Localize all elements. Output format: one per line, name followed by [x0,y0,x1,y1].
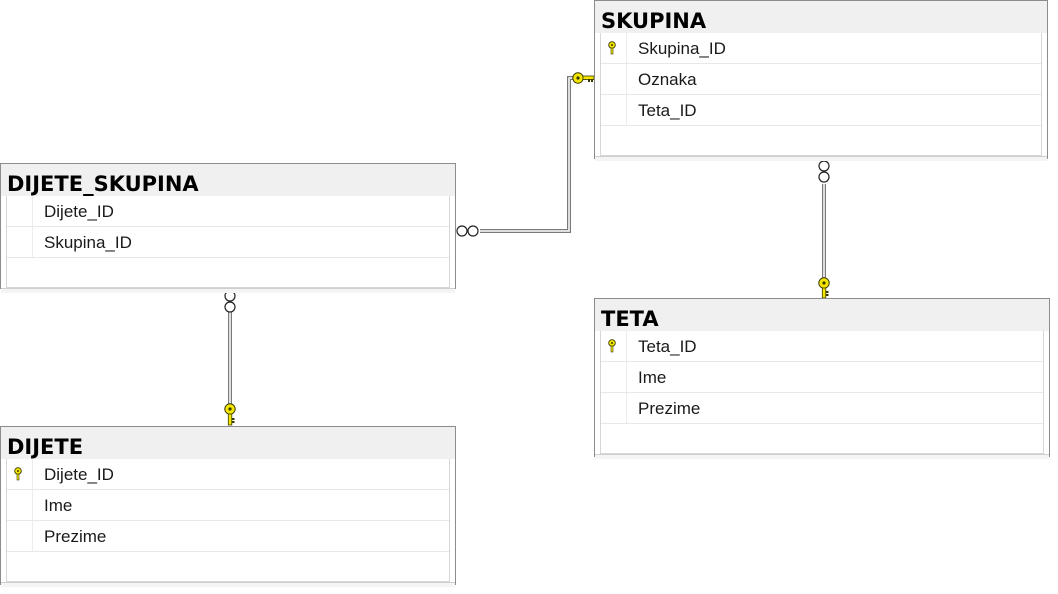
table-title[interactable]: TETA [595,299,1049,331]
table-bottom-bar [595,156,1047,161]
column-row[interactable]: Skupina_ID [601,33,1041,64]
column-name: Teta_ID [638,101,697,120]
column-name: Skupina_ID [638,39,726,58]
column-row[interactable]: Prezime [7,521,449,552]
column-grid: Dijete_ID Ime Prezime [6,459,450,582]
key-icon [608,339,616,353]
key-icon [608,41,616,55]
column-row[interactable]: Teta_ID [601,95,1041,126]
relationship-dijete-skupina-to-dijete[interactable] [224,290,236,426]
key-icon [14,467,22,481]
row-selector[interactable] [7,459,33,489]
row-selector[interactable] [7,227,33,257]
row-selector[interactable] [7,196,33,226]
diagram-canvas: SKUPINA Skupina_ID Oznaka Teta_ID DIJETE… [0,0,1058,594]
column-row[interactable]: Dijete_ID [7,196,449,227]
column-row[interactable]: Oznaka [601,64,1041,95]
column-row[interactable]: Prezime [601,393,1043,424]
new-column-row[interactable] [7,552,449,581]
table-bottom-bar [1,288,455,293]
row-selector[interactable] [601,362,627,392]
row-selector[interactable] [601,64,627,94]
table-bottom-bar [595,454,1049,459]
table-title[interactable]: DIJETE [1,427,455,459]
column-row[interactable]: Teta_ID [601,331,1043,362]
row-selector[interactable] [601,331,627,361]
relationship-dijete-skupina-to-skupina[interactable] [456,72,595,237]
column-grid: Teta_ID Ime Prezime [600,331,1044,454]
column-name: Ime [638,368,667,387]
column-row[interactable]: Ime [7,490,449,521]
column-name: Oznaka [638,70,697,89]
column-grid: Skupina_ID Oznaka Teta_ID [600,33,1042,156]
infinity-icon [224,290,236,313]
row-selector[interactable] [601,33,627,63]
column-name: Prezime [638,399,701,418]
new-column-row[interactable] [601,424,1043,453]
column-name: Skupina_ID [44,233,132,252]
column-row[interactable]: Dijete_ID [7,459,449,490]
column-name: Teta_ID [638,337,697,356]
column-name: Dijete_ID [44,465,114,484]
table-dijete-skupina[interactable]: DIJETE_SKUPINA Dijete_ID Skupina_ID [0,163,456,293]
row-selector[interactable] [601,95,627,125]
table-bottom-bar [1,582,455,587]
table-title[interactable]: DIJETE_SKUPINA [1,164,455,196]
column-name: Prezime [44,527,107,546]
column-name: Ime [44,496,73,515]
infinity-icon [818,160,830,183]
key-icon [572,72,595,84]
table-teta[interactable]: TETA Teta_ID Ime Prezime [594,298,1050,459]
column-name: Dijete_ID [44,202,114,221]
table-skupina[interactable]: SKUPINA Skupina_ID Oznaka Teta_ID [594,0,1048,161]
new-column-row[interactable] [7,258,449,287]
column-grid: Dijete_ID Skupina_ID [6,196,450,288]
column-row[interactable]: Skupina_ID [7,227,449,258]
key-icon [818,277,830,299]
table-title[interactable]: SKUPINA [595,1,1047,33]
relationship-skupina-to-teta[interactable] [818,160,830,299]
infinity-icon [456,225,479,237]
column-row[interactable]: Ime [601,362,1043,393]
key-icon [224,403,236,426]
row-selector[interactable] [7,490,33,520]
new-column-row[interactable] [601,126,1041,155]
row-selector[interactable] [601,393,627,423]
table-dijete[interactable]: DIJETE Dijete_ID Ime Prezime [0,426,456,587]
row-selector[interactable] [7,521,33,551]
